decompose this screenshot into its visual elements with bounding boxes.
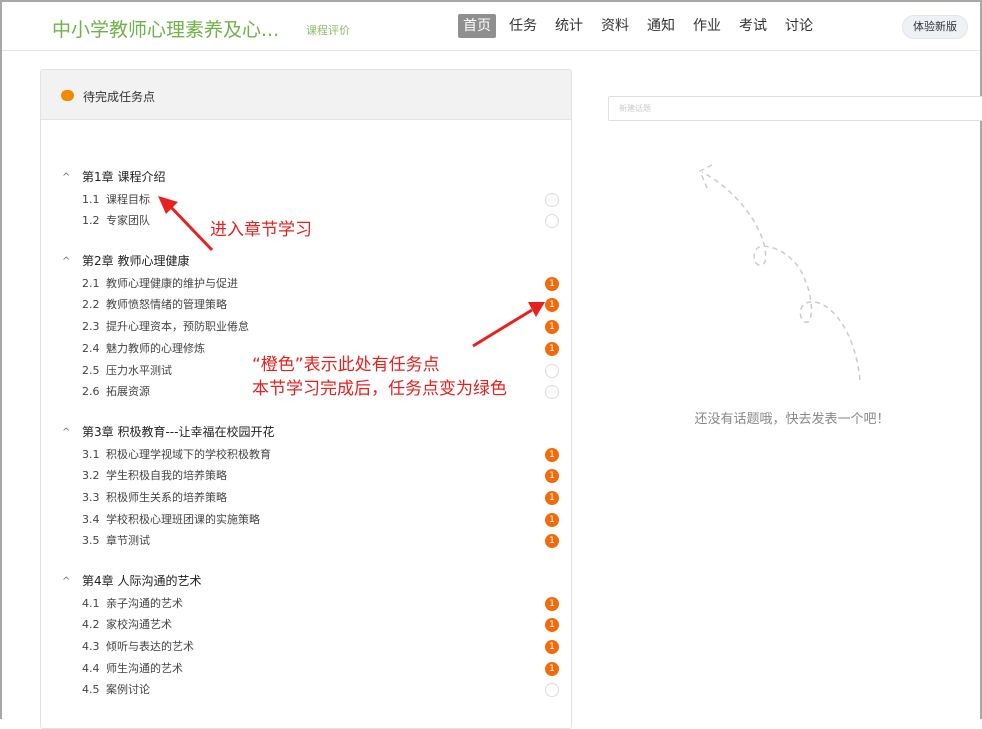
dashed-arrow-icon xyxy=(158,164,861,381)
annotation-arrow-orange xyxy=(472,302,545,348)
annotation-arrow-enter xyxy=(158,196,214,252)
annotation-enter: 进入章节学习 xyxy=(210,220,312,240)
empty-discussion-text: 还没有话题哦，快去发表一个吧！ xyxy=(694,412,890,427)
annotation-orange-1: “橙色”表示此处有任务点 xyxy=(252,355,440,375)
annotation-orange-2: 本节学习完成后，任务点变为绿色 xyxy=(252,379,507,399)
